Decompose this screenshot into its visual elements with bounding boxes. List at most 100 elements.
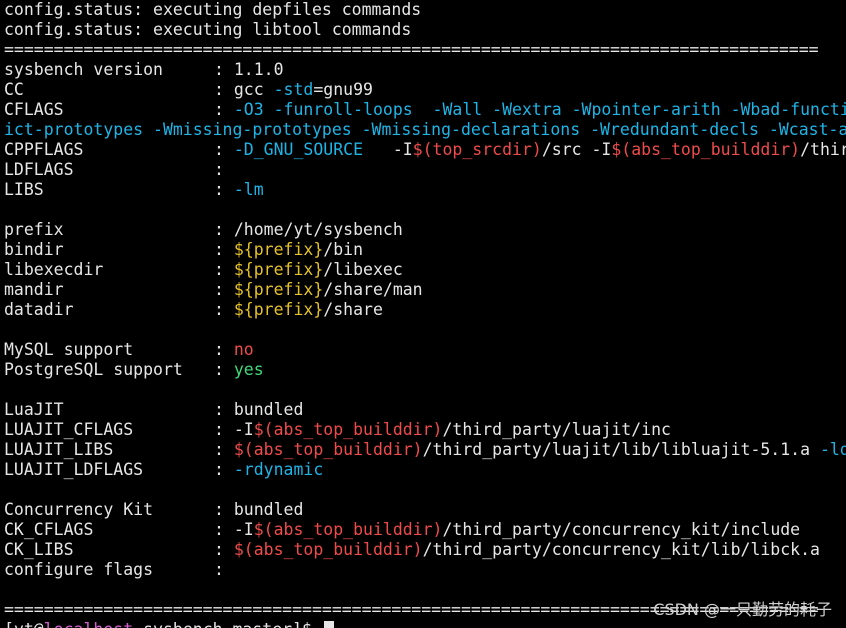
config-separator: : (214, 140, 234, 159)
config-value: /third_party/concurrency_kit/include (442, 520, 801, 539)
make-variable: $(abs_top_builddir) (233, 440, 423, 459)
config-row-sysbench-version: sysbench version: 1.1.0 (4, 60, 846, 80)
config-value: bundled (233, 400, 304, 419)
config-separator: : (214, 60, 234, 79)
config-key: datadir (4, 300, 74, 319)
prompt-user: [yt@ (4, 620, 44, 628)
config-value: /home/yt/sysbench (233, 220, 403, 239)
config-value: 1.1.0 (233, 60, 284, 79)
config-separator: : (214, 160, 234, 179)
config-value: -I (233, 420, 254, 439)
config-row-cc: CC: gcc -std=gnu99 (4, 80, 846, 100)
config-separator: : (214, 540, 234, 559)
config-value: /share/man (323, 280, 423, 299)
support-status-no: no (233, 340, 254, 359)
config-row-cppflags: CPPFLAGS: -D_GNU_SOURCE -I$(top_srcdir)/… (4, 140, 846, 160)
shell-prompt[interactable]: [yt@localhost sysbench-master]$ (4, 620, 846, 628)
config-value: /third_party/luajit/lib/libluajit-5.1.a (422, 440, 820, 459)
config-separator: : (214, 400, 234, 419)
config-row-postgresql-support: PostgreSQL support: yes (4, 360, 846, 380)
config-separator: : (214, 500, 234, 519)
linker-flag: -lm (233, 180, 264, 199)
make-variable: $(top_srcdir) (412, 140, 542, 159)
config-row-luajit: LuaJIT: bundled (4, 400, 846, 420)
config-row-libs: LIBS: -lm (4, 180, 846, 200)
config-value: /libexec (323, 260, 403, 279)
config-separator: : (214, 100, 234, 119)
terminal-cursor[interactable] (323, 621, 334, 628)
config-key: configure flags (4, 560, 154, 579)
shell-variable: ${prefix} (233, 240, 324, 259)
config-separator: : (214, 180, 234, 199)
config-key: LDFLAGS (4, 160, 74, 179)
config-row-prefix: prefix: /home/yt/sysbench (4, 220, 846, 240)
config-key: CFLAGS (4, 100, 64, 119)
config-key: LuaJIT (4, 400, 64, 419)
config-row-ck-cflags: CK_CFLAGS: -I$(abs_top_builddir)/third_p… (4, 520, 846, 540)
config-row-cflags: CFLAGS: -O3 -funroll-loops -Wall -Wextra… (4, 100, 846, 120)
make-variable: $(abs_top_builddir) (253, 420, 443, 439)
config-row-luajit-ldflags: LUAJIT_LDFLAGS: -rdynamic (4, 460, 846, 480)
config-separator: : (214, 440, 234, 459)
config-separator: : (214, 80, 234, 99)
config-value: /share (323, 300, 383, 319)
config-value: /third_party/concurrency_kit/lib/libck.a (422, 540, 820, 559)
separator-rule: ========================================… (4, 40, 819, 59)
config-separator: : (214, 220, 234, 239)
config-value: =gnu99 (313, 80, 373, 99)
config-row-mandir: mandir: ${prefix}/share/man (4, 280, 846, 300)
linker-flag: -ldl (819, 440, 846, 459)
config-row-ck-libs: CK_LIBS: $(abs_top_builddir)/third_party… (4, 540, 846, 560)
config-row-luajit-cflags: LUAJIT_CFLAGS: -I$(abs_top_builddir)/thi… (4, 420, 846, 440)
config-value: /bin (323, 240, 364, 259)
terminal-window[interactable]: config.status: executing depfiles comman… (0, 0, 846, 628)
make-variable: $(abs_top_builddir) (611, 140, 801, 159)
config-key: MySQL support (4, 340, 134, 359)
support-status-yes: yes (233, 360, 264, 379)
config-row-libexecdir: libexecdir: ${prefix}/libexec (4, 260, 846, 280)
config-row-datadir: datadir: ${prefix}/share (4, 300, 846, 320)
config-value: -I (233, 520, 254, 539)
compiler-flag: -D_GNU_SOURCE (233, 140, 364, 159)
config-key: sysbench version (4, 60, 163, 79)
config-key: LUAJIT_LIBS (4, 440, 114, 459)
config-separator: : (214, 240, 234, 259)
config-row-concurrency-kit: Concurrency Kit: bundled (4, 500, 846, 520)
config-key: LIBS (4, 180, 44, 199)
config-key: CPPFLAGS (4, 140, 84, 159)
config-separator: : (214, 420, 234, 439)
config-row-ldflags: LDFLAGS: (4, 160, 846, 180)
config-key: CK_CFLAGS (4, 520, 94, 539)
compiler-flags: -O3 -funroll-loops -Wall -Wextra -Wpoint… (233, 100, 846, 119)
config-key: LUAJIT_LDFLAGS (4, 460, 144, 479)
config-key: Concurrency Kit (4, 500, 154, 519)
config-value: /third_party/luajit/inc (800, 140, 846, 159)
shell-variable: ${prefix} (233, 260, 324, 279)
shell-variable: ${prefix} (233, 300, 324, 319)
config-value: /src -I (541, 140, 612, 159)
config-value: bundled (233, 500, 304, 519)
config-separator: : (214, 560, 234, 579)
status-line: config.status: executing libtool command… (4, 20, 412, 39)
status-line: config.status: executing depfiles comman… (4, 0, 422, 19)
config-separator: : (214, 520, 234, 539)
config-row-luajit-libs: LUAJIT_LIBS: $(abs_top_builddir)/third_p… (4, 440, 846, 460)
config-separator: : (214, 300, 234, 319)
config-key: prefix (4, 220, 64, 239)
config-row-mysql-support: MySQL support: no (4, 340, 846, 360)
linker-flag: -rdynamic (233, 460, 324, 479)
config-key: libexecdir (4, 260, 104, 279)
shell-variable: ${prefix} (233, 280, 324, 299)
config-key: PostgreSQL support (4, 360, 183, 379)
config-row-configure-flags: configure flags: (4, 560, 846, 580)
config-key: mandir (4, 280, 64, 299)
make-variable: $(abs_top_builddir) (253, 520, 443, 539)
config-separator: : (214, 360, 234, 379)
config-key: LUAJIT_CFLAGS (4, 420, 134, 439)
config-key: CK_LIBS (4, 540, 74, 559)
config-value: gcc (233, 80, 274, 99)
config-separator: : (214, 340, 234, 359)
